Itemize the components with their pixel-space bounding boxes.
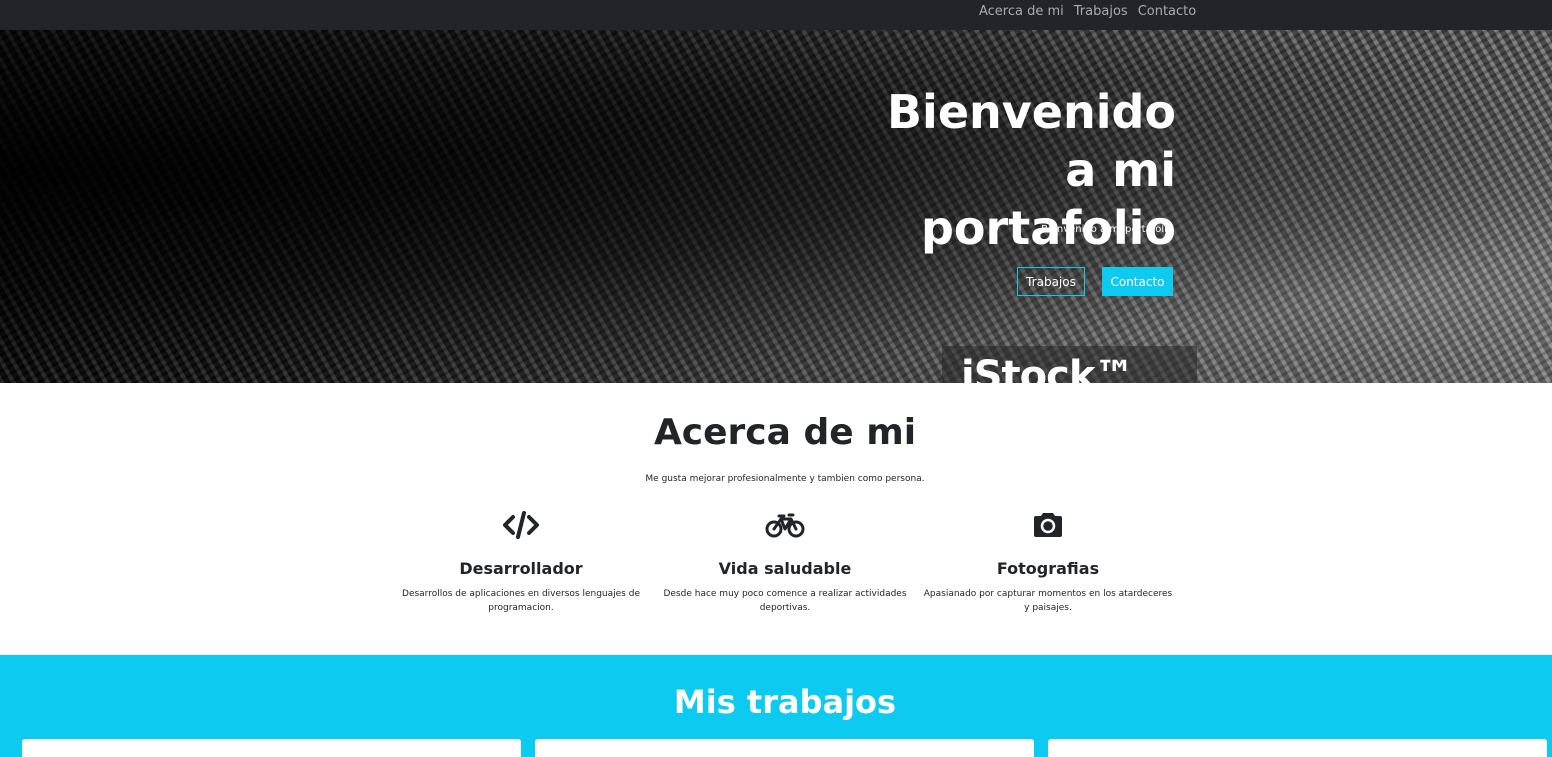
- works-title: Mis trabajos: [673, 683, 897, 721]
- camera-icon: [923, 508, 1173, 542]
- istock-watermark: iStock™: [961, 353, 1134, 383]
- feature-title: Fotografias: [996, 559, 1100, 578]
- feature-text: Desarrollos de aplicaciones en diversos …: [402, 589, 640, 613]
- nav-link-acerca[interactable]: Acerca de mi: [979, 4, 1064, 20]
- nav-link-trabajos[interactable]: Trabajos: [1074, 4, 1128, 20]
- work-card[interactable]: [22, 739, 521, 757]
- about-subtitle: Me gusta mejorar profesionalmente y tamb…: [645, 474, 925, 484]
- work-card[interactable]: [1048, 739, 1547, 757]
- feature-text: Desde hace muy poco comence a realizar a…: [663, 589, 907, 613]
- code-icon: [396, 508, 646, 542]
- contact-button[interactable]: Contacto: [1102, 267, 1173, 296]
- bicycle-icon: [660, 508, 910, 542]
- works-section: Mis trabajos: [0, 655, 1552, 757]
- feature-title: Vida saludable: [718, 559, 852, 578]
- works-button[interactable]: Trabajos: [1017, 267, 1085, 296]
- work-card[interactable]: [535, 739, 1034, 757]
- hero-subtitle: Bienvenido a mi portafolio: [1041, 224, 1173, 235]
- feature-title: Desarrollador: [459, 559, 583, 578]
- feature-photography: Fotografias Apasianado por capturar mome…: [923, 508, 1173, 615]
- feature-text: Apasianado por capturar momentos en los …: [923, 589, 1173, 613]
- feature-developer: Desarrollador Desarrollos de aplicacione…: [396, 508, 646, 615]
- about-title: Acerca de mi: [653, 412, 917, 453]
- feature-health: Vida saludable Desde hace muy poco comen…: [660, 508, 910, 615]
- nav-links: Acerca de mi Trabajos Contacto: [979, 4, 1196, 20]
- hero-section: Bienvenido a mi portafolio Bienvenido a …: [0, 30, 1552, 383]
- nav-link-contacto[interactable]: Contacto: [1138, 4, 1197, 20]
- navbar: Acerca de mi Trabajos Contacto: [0, 0, 1552, 30]
